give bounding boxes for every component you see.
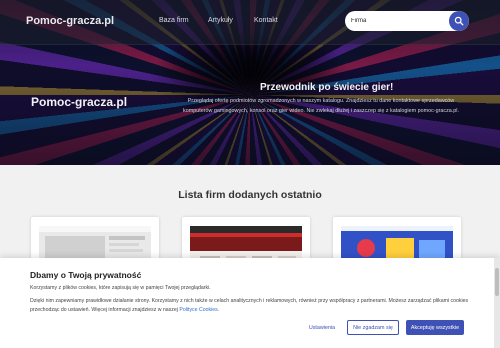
search-icon [454,16,464,26]
cookie-accept-button[interactable]: Akceptuję wszystkie [406,320,464,335]
cookie-intro-text: Korzystamy z plików cookies, które zapis… [30,285,211,291]
section-title: Lista firm dodanych ostatnio [178,189,322,201]
search-button[interactable] [449,11,469,31]
site-logo[interactable]: Pomoc-gracza.pl [26,15,114,27]
hero-title: Przewodnik po świecie gier! [260,82,394,93]
nav-link-kontakt[interactable]: Kontakt [254,17,278,24]
cookie-consent-banner: Dbamy o Twoją prywatność Korzystamy z pl… [0,258,500,348]
cookie-reject-button[interactable]: Nie zgadzam się [347,320,399,335]
search-box [345,11,469,31]
cookie-details-text: Dzięki nim zapewniamy prawidłowe działan… [30,297,470,315]
scrollbar-thumb[interactable] [495,268,499,296]
cookie-policy-link[interactable]: Polityce Cookies [179,307,217,313]
top-navigation: Pomoc-gracza.pl Baza firm Artykuły Konta… [0,0,500,45]
nav-link-baza-firm[interactable]: Baza firm [159,17,189,24]
cookie-details-end: . [217,307,220,313]
hero-banner: Pomoc-gracza.pl Baza firm Artykuły Konta… [0,0,500,165]
cookie-settings-button[interactable]: Ustawienia [303,320,341,335]
search-input[interactable] [351,14,447,28]
nav-link-artykuly[interactable]: Artykuły [208,17,233,24]
cookie-title: Dbamy o Twoją prywatność [30,270,142,280]
hero-description: Przeglądaj ofertę podmiotów zgromadzonyc… [183,98,459,114]
page-scrollbar[interactable] [494,258,500,348]
hero-logo[interactable]: Pomoc-gracza.pl [31,95,127,109]
cookie-details-body: Dzięki nim zapewniamy prawidłowe działan… [30,298,469,313]
